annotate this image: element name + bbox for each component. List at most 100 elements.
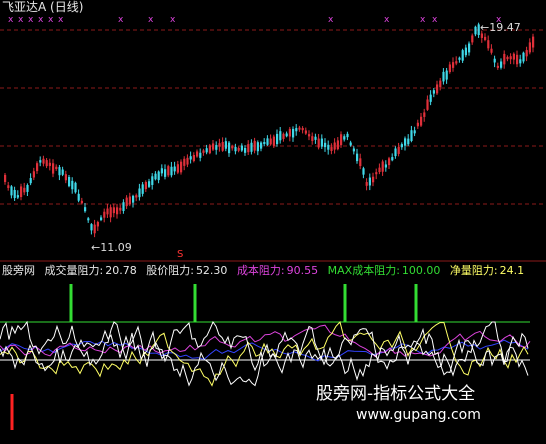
candle-body (39, 160, 42, 163)
candle-body (135, 195, 138, 198)
candle-body (263, 142, 266, 145)
candle-body (359, 158, 362, 167)
candle-body (416, 122, 419, 127)
candle-body (10, 186, 13, 196)
x-marker: x (38, 15, 44, 25)
candle-body (23, 187, 26, 193)
candle-body (324, 142, 327, 148)
candle-body (493, 58, 496, 63)
high-price-label: ←19.47 (480, 21, 521, 34)
candle-body (237, 147, 240, 151)
candle-body (208, 145, 211, 154)
candle-body (52, 163, 55, 174)
candle-body (77, 193, 80, 201)
candle-body (116, 207, 119, 215)
line-magenta-cost (0, 324, 531, 358)
candle-body (436, 84, 439, 94)
signal-s-mark: S (177, 249, 184, 260)
candle-body (42, 158, 45, 164)
candle-body (45, 160, 48, 167)
candle-body (288, 128, 291, 137)
candle-body (304, 130, 307, 134)
candle-body (71, 180, 74, 190)
candle-body (285, 133, 288, 137)
candle-body (528, 42, 531, 53)
candle-body (327, 144, 330, 150)
candle-body (372, 176, 375, 183)
legend-volume-resistance: 成交量阻力: 20.78 (44, 264, 137, 277)
candle-body (90, 224, 93, 231)
candle-body (429, 94, 432, 102)
x-marker: x (432, 15, 438, 25)
candle-body (269, 138, 272, 145)
candle-body (32, 171, 35, 178)
legend-net-volume-resistance: 净量阻力: 24.1 (449, 264, 525, 277)
candle-body (7, 185, 10, 188)
watermark-title: 股旁网-指标公式大全 (316, 384, 476, 404)
candle-body (122, 202, 125, 211)
x-marker: x (8, 15, 14, 25)
candle-body (167, 166, 170, 176)
candle-body (279, 131, 282, 141)
candle-body (276, 133, 279, 145)
candle-body (397, 146, 400, 154)
candle-body (224, 141, 227, 149)
candle-body (176, 164, 179, 173)
x-marker: x (148, 15, 154, 25)
chart-title: 飞亚达A (日线) (2, 0, 84, 14)
top-x-markers: xxxxxxxxxxxxxx (8, 15, 502, 25)
candle-body (212, 143, 215, 150)
candle-body (506, 56, 509, 60)
low-price-label: ←11.09 (91, 241, 132, 254)
candle-body (352, 148, 355, 152)
candle-body (256, 142, 259, 152)
candle-body (138, 188, 141, 198)
candle-body (368, 177, 371, 186)
candle-body (58, 167, 61, 176)
candle-body (317, 138, 320, 148)
candle-body (455, 61, 458, 64)
candle-body (519, 59, 522, 64)
candle-body (196, 151, 199, 157)
candlestick-series[interactable] (4, 22, 535, 238)
indicator-source-label: 股旁网 (2, 264, 35, 277)
candle-body (298, 127, 301, 130)
x-marker: x (18, 15, 24, 25)
candle-body (218, 143, 221, 147)
candle-body (404, 138, 407, 146)
candle-body (394, 148, 397, 157)
candle-body (244, 148, 247, 153)
candle-body (205, 148, 208, 153)
candle-body (215, 145, 218, 150)
candle-body (48, 162, 51, 166)
candle-body (253, 140, 256, 151)
candle-body (442, 71, 445, 82)
candle-body (151, 176, 154, 185)
candle-body (340, 134, 343, 146)
candle-body (160, 168, 163, 174)
candle-body (525, 50, 528, 57)
candle-body (426, 99, 429, 110)
candle-body (490, 48, 493, 53)
candle-body (330, 147, 333, 151)
candle-body (292, 128, 295, 138)
candle-body (420, 116, 423, 126)
candle-body (496, 65, 499, 68)
candle-body (125, 197, 128, 207)
x-marker: x (328, 15, 334, 25)
candle-body (250, 142, 253, 152)
indicator-legend: 股旁网 成交量阻力: 20.78 股价阻力: 52.30 成本阻力: 90.55 MA… (2, 264, 530, 277)
low-arrow-icon: ← (91, 241, 101, 254)
candle-body (112, 207, 115, 214)
candle-body (356, 153, 359, 162)
candle-body (500, 61, 503, 68)
candle-body (189, 156, 192, 160)
x-marker: x (58, 15, 64, 25)
candle-body (346, 133, 349, 138)
candle-body (464, 47, 467, 56)
candle-body (365, 182, 368, 186)
candle-body (100, 217, 103, 221)
candle-body (4, 174, 7, 182)
candle-body (522, 52, 525, 62)
candle-body (61, 169, 64, 175)
